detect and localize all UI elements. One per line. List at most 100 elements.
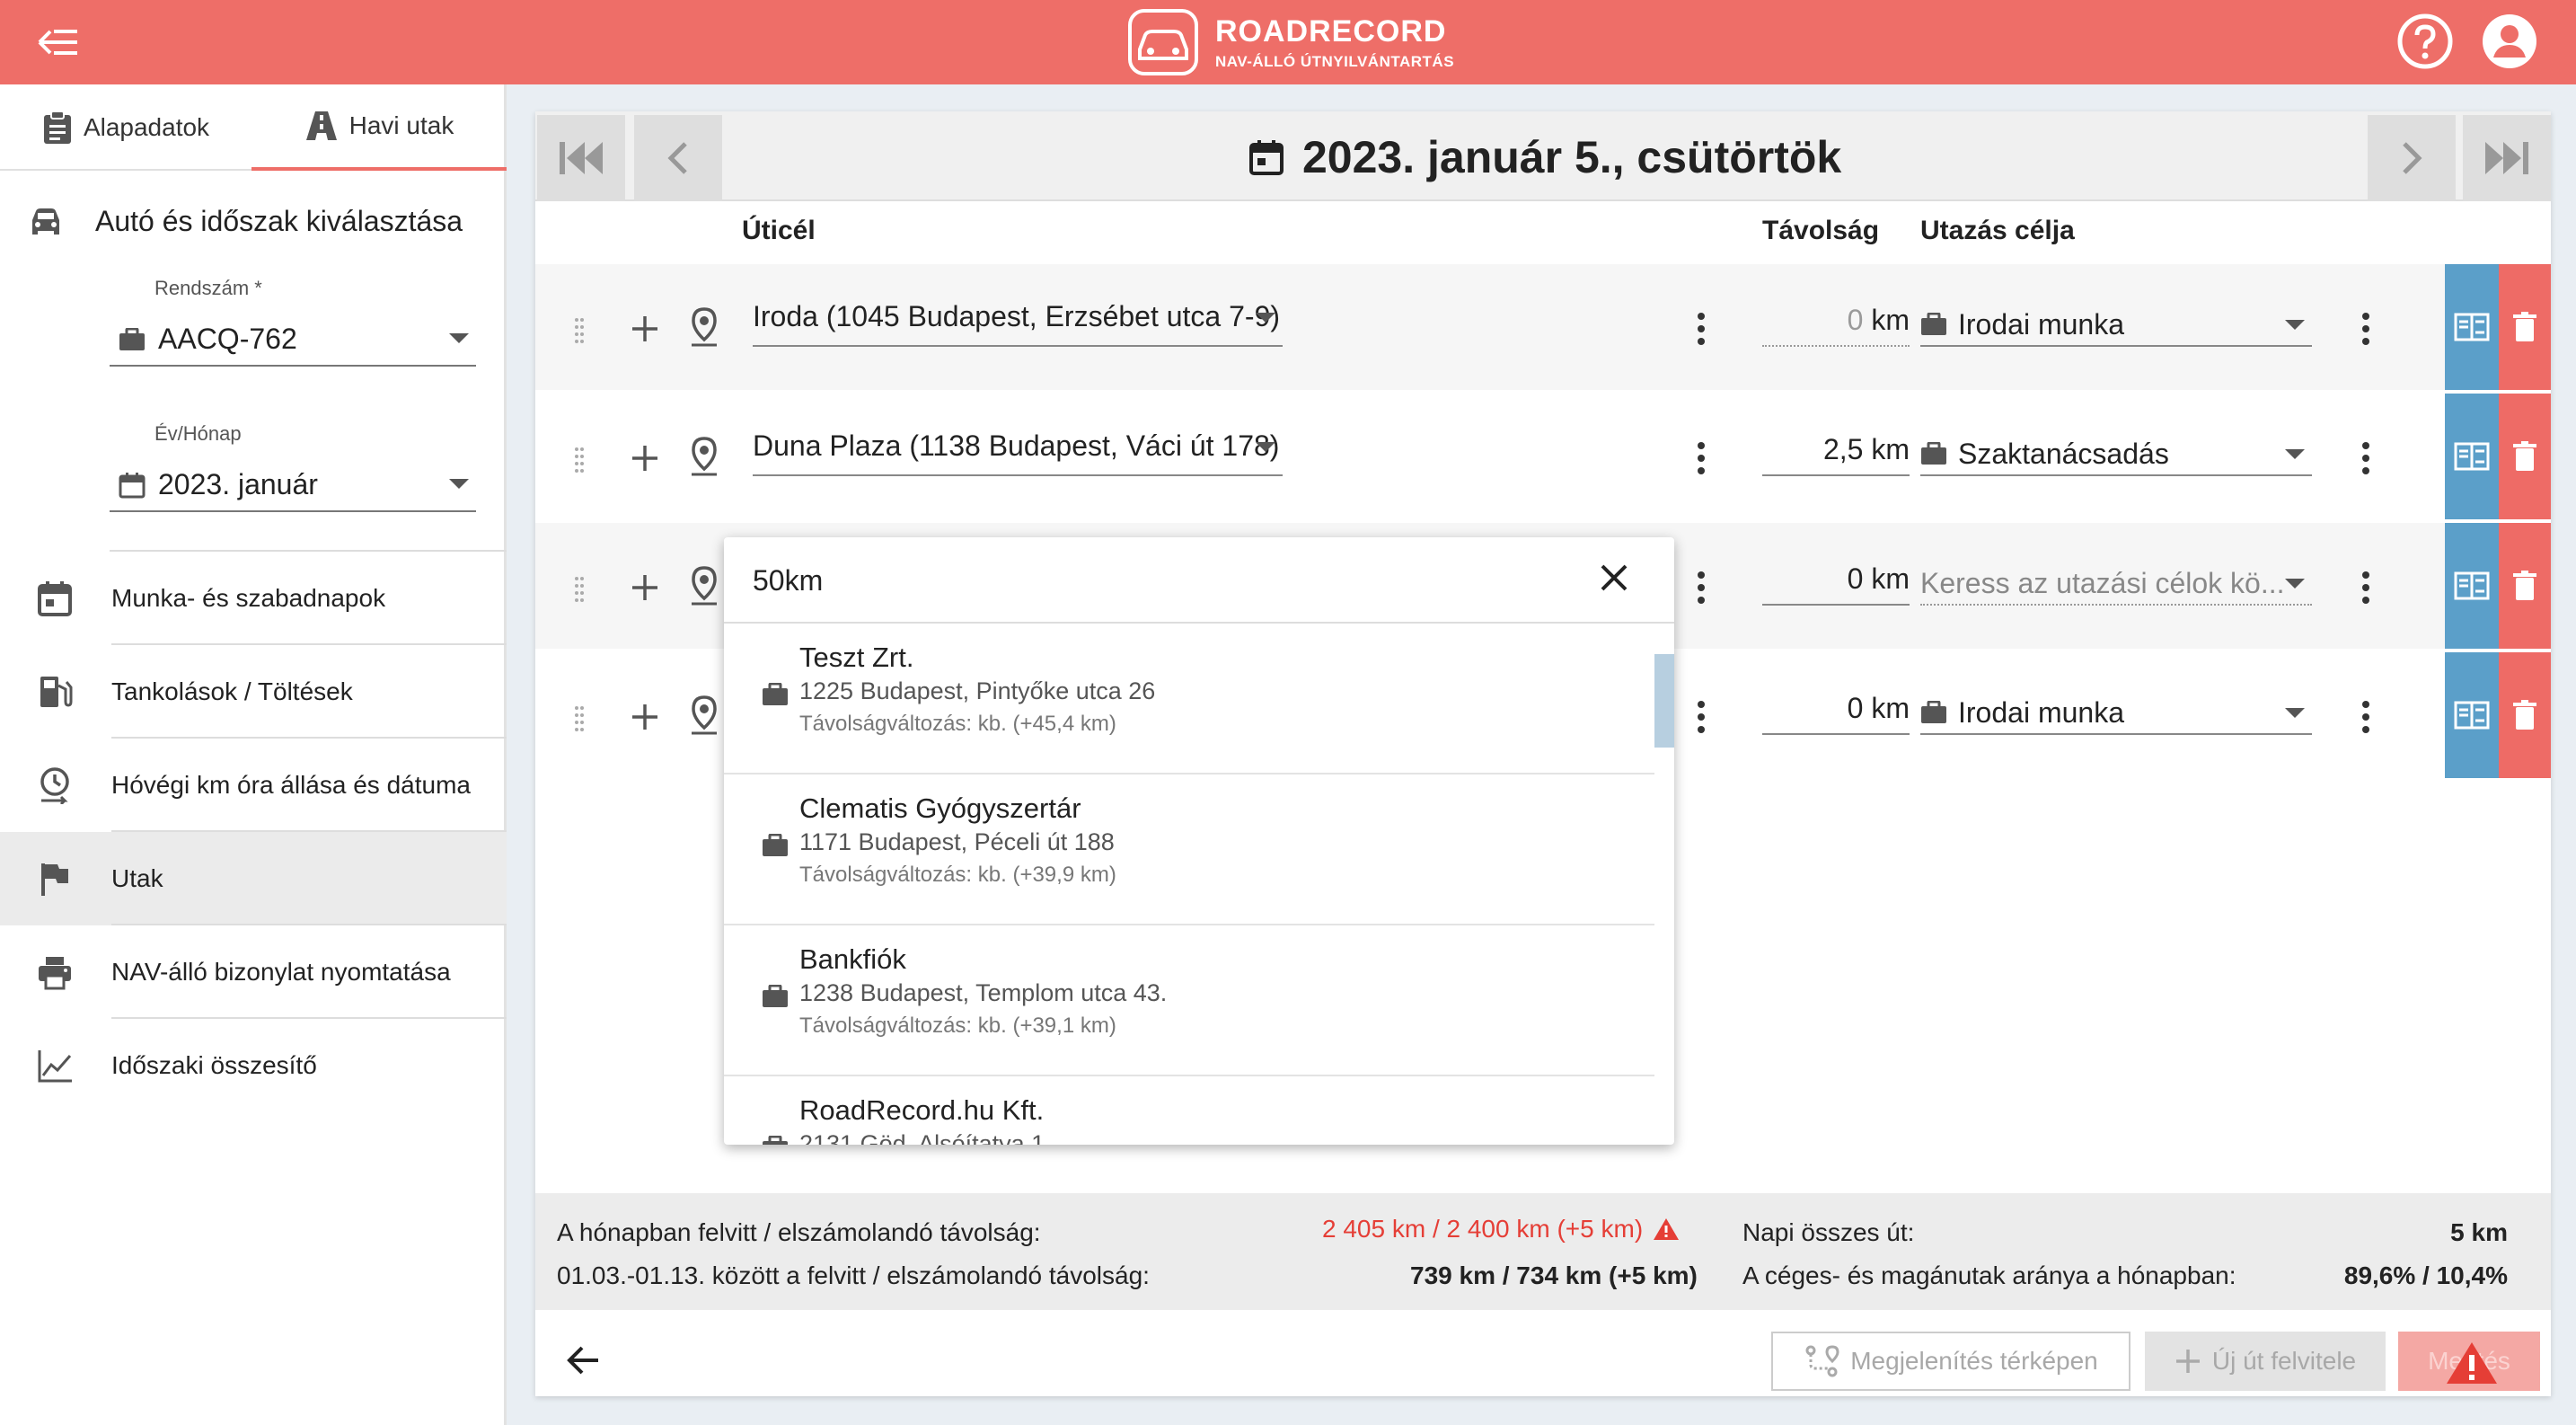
more-options-icon[interactable] xyxy=(2360,699,2371,735)
distance-field[interactable]: 0 km xyxy=(1762,555,1910,606)
close-icon[interactable] xyxy=(1599,562,1629,593)
trip-row: Duna Plaza (1138 Budapest, Váci út 178) … xyxy=(535,394,2551,519)
insert-trip-icon[interactable] xyxy=(629,313,661,345)
list-item[interactable]: Clematis Gyógyszertár 1171 Budapest, Péc… xyxy=(724,774,1654,925)
insert-trip-icon[interactable] xyxy=(629,571,661,604)
destination-select[interactable]: Duna Plaza (1138 Budapest, Váci út 178) xyxy=(753,420,1283,476)
sidebar-item-trips[interactable]: Utak xyxy=(0,832,507,925)
tab-havi-utak[interactable]: Havi utak xyxy=(251,84,507,171)
skip-last-icon xyxy=(2485,142,2528,174)
chevron-down-icon xyxy=(449,479,469,489)
distance-unit: km xyxy=(1871,562,1910,595)
delete-trip-button[interactable] xyxy=(2499,523,2551,649)
brand-logo[interactable]: ROADRECORD NAV-ÁLLÓ ÚTNYILVÁNTARTÁS xyxy=(1127,5,1454,79)
purpose-select[interactable]: Szaktanácsadás xyxy=(1920,426,2312,476)
chevron-down-icon xyxy=(2285,708,2305,718)
distance-unit: km xyxy=(1871,304,1910,336)
list-item[interactable]: Teszt Zrt. 1225 Budapest, Pintyőke utca … xyxy=(724,624,1654,774)
plate-select[interactable]: Rendszám * AACQ-762 xyxy=(110,277,476,367)
drag-handle-icon[interactable] xyxy=(573,575,586,604)
next-day-button[interactable] xyxy=(2368,115,2456,201)
sidebar-item-workdays[interactable]: Munka- és szabadnapok xyxy=(0,552,507,645)
previous-day-button[interactable] xyxy=(634,115,722,201)
printer-icon xyxy=(39,957,71,990)
distance-field[interactable]: 2,5 km xyxy=(1762,426,1910,476)
list-item[interactable]: RoadRecord.hu Kft. 2131 Göd, Alsóítatya … xyxy=(724,1076,1654,1145)
new-trip-button[interactable]: Új út felvitele xyxy=(2145,1332,2386,1391)
first-day-button[interactable] xyxy=(537,115,625,201)
delete-trip-button[interactable] xyxy=(2499,264,2551,390)
more-options-icon[interactable] xyxy=(1696,311,1707,347)
distance-field[interactable]: 0 km xyxy=(1762,297,1910,347)
insert-trip-icon[interactable] xyxy=(629,701,661,733)
drag-handle-icon[interactable] xyxy=(573,446,586,474)
more-options-icon[interactable] xyxy=(2360,440,2371,476)
sidebar-item-summary[interactable]: Időszaki összesítő xyxy=(0,1019,507,1112)
save-button[interactable]: Mentés xyxy=(2398,1332,2540,1391)
more-options-icon[interactable] xyxy=(1696,699,1707,735)
tab-label: Alapadatok xyxy=(83,113,210,141)
plus-icon xyxy=(2175,1350,2200,1373)
split-trip-button[interactable] xyxy=(2445,652,2499,778)
month-distance-label: A hónapban felvitt / elszámolandó távols… xyxy=(557,1218,1041,1246)
warning-icon xyxy=(2447,1342,2497,1384)
flag-icon xyxy=(41,863,68,896)
insert-trip-icon[interactable] xyxy=(629,442,661,474)
trash-icon xyxy=(2513,700,2536,730)
period-select[interactable]: Év/Hónap 2023. január xyxy=(110,422,476,512)
more-options-icon[interactable] xyxy=(2360,311,2371,347)
page-title: 2023. január 5., csütörtök xyxy=(1248,131,1841,183)
distance-field[interactable]: 0 km xyxy=(1762,685,1910,735)
arrow-left-icon[interactable] xyxy=(566,1344,602,1376)
destination-search-input[interactable]: 50km xyxy=(724,537,1674,624)
briefcase-icon xyxy=(763,683,788,705)
sidebar-item-odometer[interactable]: Hóvégi km óra állása és dátuma xyxy=(0,739,507,832)
tab-alapadatok[interactable]: Alapadatok xyxy=(0,84,251,171)
destination-search-dropdown: 50km Teszt Zrt. 1225 Budapest, Pintyőke … xyxy=(724,537,1674,1145)
brand-tagline: NAV-ÁLLÓ ÚTNYILVÁNTARTÁS xyxy=(1215,52,1455,70)
period-value: 2023. január xyxy=(158,468,318,500)
trash-icon xyxy=(2513,312,2536,341)
sidebar-item-print[interactable]: NAV-álló bizonylat nyomtatása xyxy=(0,925,507,1019)
chevron-down-icon xyxy=(2285,320,2305,330)
sidebar-item-label: Időszaki összesítő xyxy=(111,1051,317,1079)
sidebar-tabs: Alapadatok Havi utak xyxy=(0,84,507,171)
more-options-icon[interactable] xyxy=(2360,570,2371,606)
scrollbar[interactable] xyxy=(1654,654,1674,748)
more-options-icon[interactable] xyxy=(1696,570,1707,606)
drag-handle-icon[interactable] xyxy=(573,316,586,345)
destination-value: Iroda (1045 Budapest, Erzsébet utca 7-9) xyxy=(753,300,1281,332)
delete-trip-button[interactable] xyxy=(2499,652,2551,778)
briefcase-icon xyxy=(763,834,788,856)
result-name: Bankfiók xyxy=(799,943,906,975)
split-trip-button[interactable] xyxy=(2445,394,2499,519)
delete-trip-button[interactable] xyxy=(2499,394,2551,519)
location-pin-icon xyxy=(692,307,717,347)
chevron-left-icon xyxy=(667,142,687,174)
purpose-value: Irodai munka xyxy=(1958,695,2124,729)
drag-handle-icon[interactable] xyxy=(573,704,586,733)
result-address: 1225 Budapest, Pintyőke utca 26 xyxy=(799,677,1156,704)
result-address: 2131 Göd, Alsóítatya 1 xyxy=(799,1130,1045,1145)
briefcase-icon xyxy=(1921,442,1946,465)
distance-unit: km xyxy=(1871,692,1910,724)
purpose-select[interactable]: Irodai munka xyxy=(1920,297,2312,347)
sidebar-item-fuel[interactable]: Tankolások / Töltések xyxy=(0,645,507,739)
help-icon[interactable] xyxy=(2396,13,2454,70)
fuel-icon xyxy=(40,677,73,707)
purpose-search-input[interactable]: Keress az utazási célok kö... xyxy=(1920,555,2312,606)
chevron-down-icon xyxy=(1256,313,1275,323)
split-trip-button[interactable] xyxy=(2445,523,2499,649)
show-on-map-button[interactable]: Megjelenítés térképen xyxy=(1771,1332,2130,1391)
destination-select[interactable]: Iroda (1045 Budapest, Erzsébet utca 7-9) xyxy=(753,291,1283,347)
more-options-icon[interactable] xyxy=(1696,440,1707,476)
summary-panel: A hónapban felvitt / elszámolandó távols… xyxy=(535,1193,2551,1310)
menu-collapse-icon[interactable] xyxy=(36,22,81,63)
purpose-select[interactable]: Irodai munka xyxy=(1920,685,2312,735)
split-trip-button[interactable] xyxy=(2445,264,2499,390)
account-icon[interactable] xyxy=(2481,13,2538,70)
last-day-button[interactable] xyxy=(2463,115,2551,201)
purpose-placeholder: Keress az utazási célok kö... xyxy=(1920,566,2285,599)
list-item[interactable]: Bankfiók 1238 Budapest, Templom utca 43.… xyxy=(724,925,1654,1076)
range-distance-label: 01.03.-01.13. között a felvitt / elszámo… xyxy=(557,1261,1150,1289)
